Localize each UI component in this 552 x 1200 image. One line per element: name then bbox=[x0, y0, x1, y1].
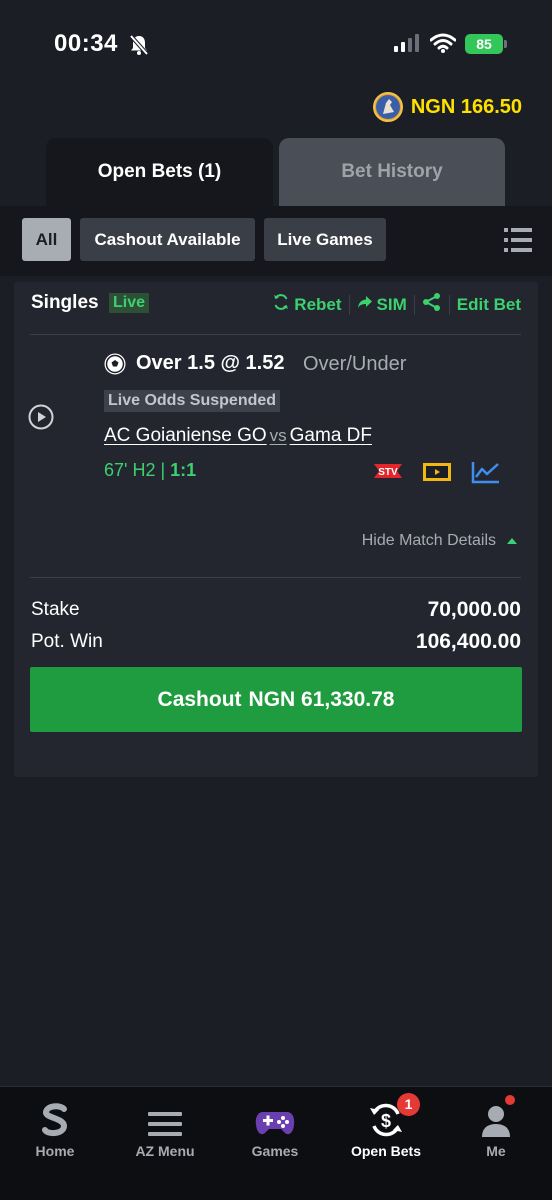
user-icon bbox=[481, 1093, 515, 1137]
tab-bet-history[interactable]: Bet History bbox=[279, 138, 505, 206]
home-team: AC Goianiense GO bbox=[104, 425, 267, 446]
chevron-up-icon bbox=[506, 532, 518, 550]
potential-win-value: 106,400.00 bbox=[415, 630, 521, 653]
action-divider bbox=[413, 294, 415, 315]
market-type: Over/Under bbox=[303, 353, 407, 375]
nav-az-label: AZ Menu bbox=[135, 1143, 195, 1159]
stake-value: 70,000.00 bbox=[427, 598, 521, 621]
bet-card: Singles Live Rebet SIM Edit Bet Over 1.5… bbox=[14, 282, 538, 777]
selection-market: Over 1.5 @ 1.52 bbox=[136, 352, 285, 374]
cashout-cycle-icon: $ 1 bbox=[368, 1093, 420, 1137]
card-divider bbox=[30, 334, 521, 335]
account-balance[interactable]: NGN 166.50 bbox=[372, 92, 522, 122]
gamepad-icon bbox=[255, 1093, 295, 1137]
status-bar: 00:34 85 bbox=[0, 0, 552, 90]
avatar bbox=[372, 92, 403, 122]
stv-live-stream-icon[interactable]: STV bbox=[371, 460, 405, 487]
match-score: 1:1 bbox=[170, 460, 197, 480]
action-divider bbox=[348, 294, 350, 315]
hide-details-label: Hide Match Details bbox=[361, 532, 496, 549]
cashout-label: Cashout bbox=[157, 687, 242, 711]
notification-dot bbox=[505, 1095, 515, 1105]
statistics-chart-icon[interactable] bbox=[471, 460, 501, 489]
rebet-button[interactable]: Rebet bbox=[272, 293, 342, 316]
cashout-amount: NGN 61,330.78 bbox=[248, 687, 395, 711]
svg-text:STV: STV bbox=[378, 467, 398, 478]
sporty-logo-icon bbox=[42, 1093, 68, 1137]
bet-actions: Rebet SIM Edit Bet bbox=[272, 292, 521, 317]
nav-games[interactable]: Games bbox=[220, 1087, 330, 1167]
sim-button[interactable]: SIM bbox=[357, 294, 407, 315]
nav-open-bets[interactable]: $ 1 Open Bets bbox=[331, 1087, 441, 1167]
hide-match-details-toggle[interactable]: Hide Match Details bbox=[362, 532, 518, 550]
nav-me-label: Me bbox=[486, 1143, 506, 1159]
status-time: 00:34 bbox=[54, 30, 118, 57]
bell-muted-icon bbox=[129, 34, 149, 61]
live-badge: Live bbox=[109, 293, 150, 313]
filter-all-chip[interactable]: All bbox=[22, 218, 71, 261]
match-clock: 67' H2 | 1:1 bbox=[104, 460, 196, 481]
card-divider bbox=[30, 577, 521, 578]
edit-bet-button[interactable]: Edit Bet bbox=[457, 295, 521, 315]
match-time-label: 67' H2 | bbox=[104, 460, 171, 480]
action-divider bbox=[448, 294, 450, 315]
share-arrow-icon bbox=[357, 294, 373, 315]
bet-type-label: Singles bbox=[31, 292, 99, 313]
tab-open-bets[interactable]: Open Bets (1) bbox=[46, 138, 273, 206]
nav-home[interactable]: Home bbox=[0, 1087, 110, 1167]
battery-indicator: 85 bbox=[465, 34, 503, 54]
match-tracker-icon[interactable] bbox=[423, 462, 451, 487]
nav-me[interactable]: Me bbox=[441, 1087, 551, 1167]
bottom-navigation: Home AZ Menu Games $ 1 Open Bets Me bbox=[0, 1086, 552, 1200]
match-teams[interactable]: AC Goianiense GO vs Gama DF bbox=[104, 425, 372, 447]
hamburger-menu-icon bbox=[148, 1093, 182, 1137]
vs-label: vs bbox=[269, 426, 287, 445]
nav-az-menu[interactable]: AZ Menu bbox=[110, 1087, 220, 1167]
potential-win-label: Pot. Win bbox=[31, 631, 103, 652]
soccer-ball-icon bbox=[104, 353, 126, 380]
refresh-icon bbox=[272, 293, 290, 316]
filter-cashout-available-chip[interactable]: Cashout Available bbox=[80, 218, 255, 261]
stake-label: Stake bbox=[31, 599, 80, 620]
cashout-button[interactable]: Cashout NGN 61,330.78 bbox=[30, 667, 522, 732]
list-icon[interactable] bbox=[504, 226, 532, 259]
cellular-signal-icon bbox=[394, 34, 420, 57]
battery-tip bbox=[504, 40, 507, 48]
nav-open-bets-label: Open Bets bbox=[350, 1143, 421, 1159]
share-button[interactable] bbox=[422, 292, 442, 317]
away-team: Gama DF bbox=[289, 425, 372, 446]
nav-home-label: Home bbox=[35, 1143, 75, 1159]
nav-games-label: Games bbox=[251, 1143, 299, 1159]
wifi-icon bbox=[429, 33, 457, 58]
svg-text:$: $ bbox=[381, 1111, 391, 1131]
play-circle-icon[interactable] bbox=[28, 404, 54, 435]
rebet-label: Rebet bbox=[294, 294, 342, 314]
balance-amount: NGN 166.50 bbox=[410, 95, 522, 118]
open-bets-count-badge: 1 bbox=[397, 1093, 420, 1116]
filter-live-games-chip[interactable]: Live Games bbox=[264, 218, 386, 261]
odds-status-badge: Live Odds Suspended bbox=[104, 390, 281, 412]
share-icon bbox=[422, 292, 442, 317]
sim-label: SIM bbox=[376, 294, 407, 314]
filter-bar: All Cashout Available Live Games bbox=[0, 206, 552, 276]
